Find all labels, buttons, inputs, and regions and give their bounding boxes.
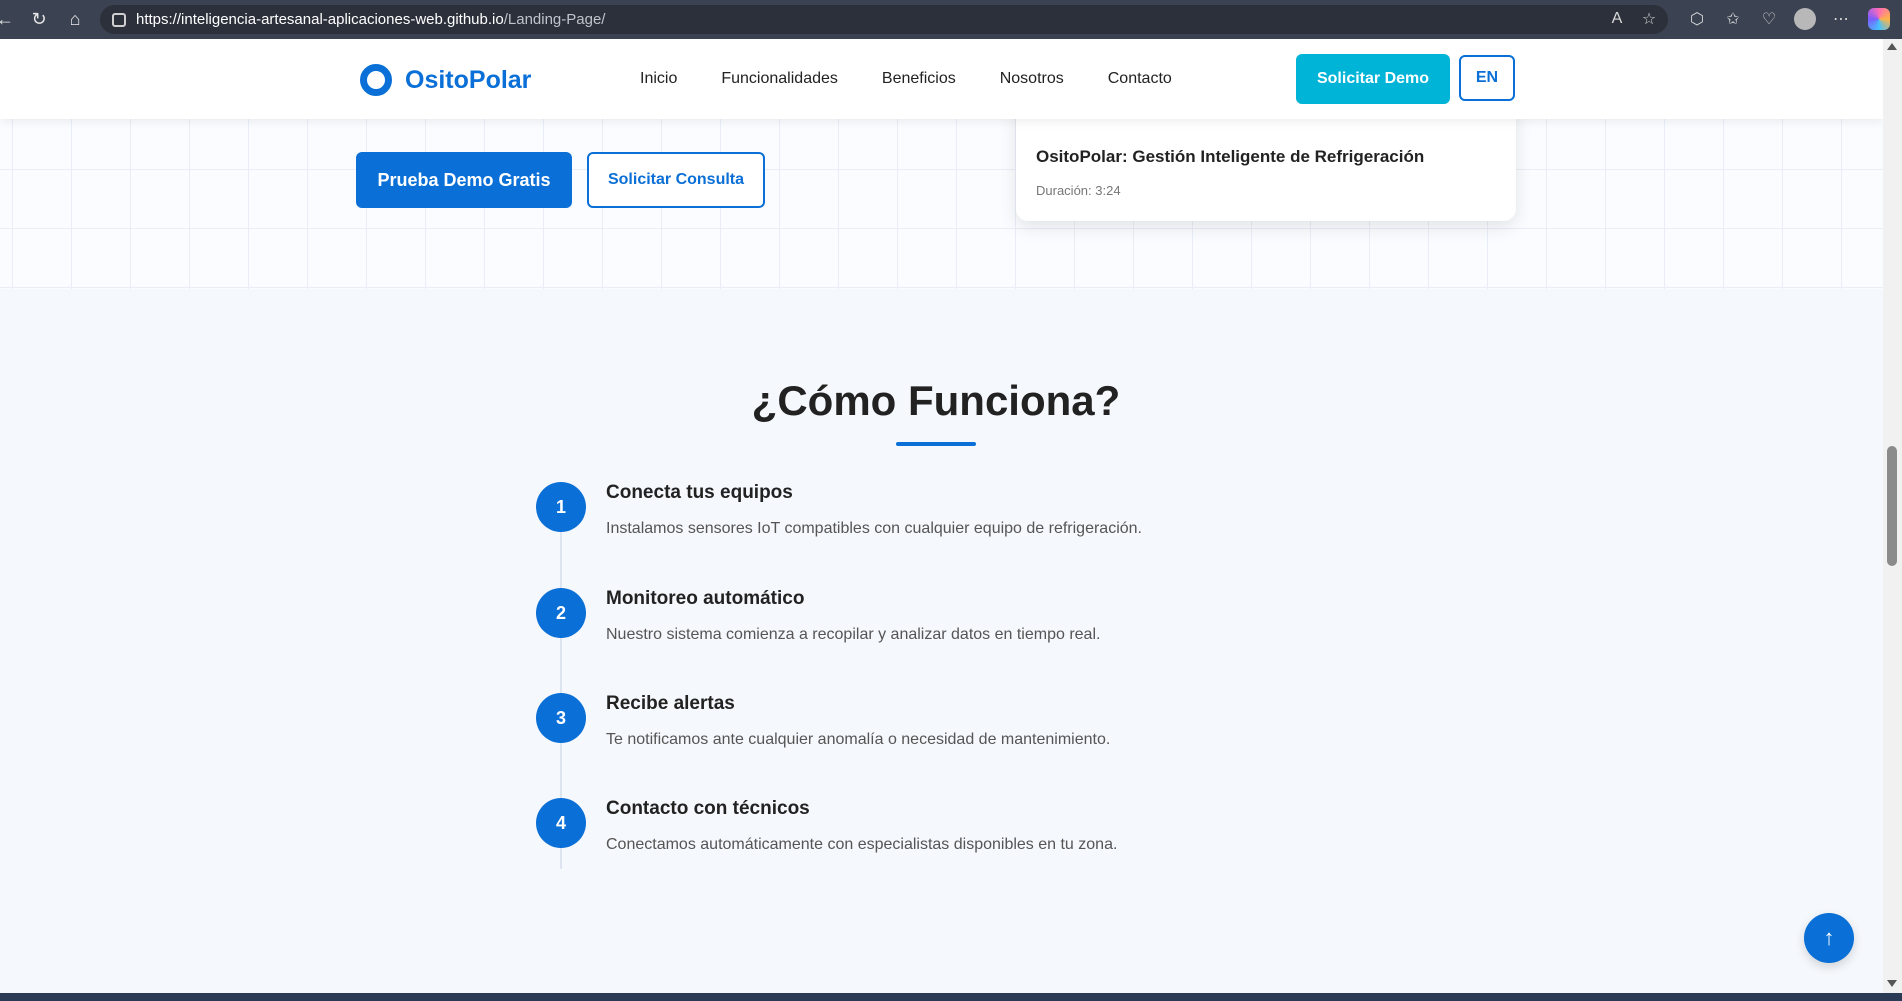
step-title: Conecta tus equipos [606,482,793,503]
step-number: 4 [536,798,586,848]
back-icon[interactable]: ← [0,4,20,34]
nav-item-contacto[interactable]: Contacto [1108,70,1172,88]
nav-item-funcionalidades[interactable]: Funcionalidades [721,70,838,88]
step-number: 1 [536,482,586,532]
logo[interactable]: OsitoPolar [360,64,531,96]
url-path: /Landing-Page/ [503,11,606,28]
step-title: Monitoreo automático [606,588,805,609]
copilot-icon[interactable] [1868,8,1890,30]
page-viewport: Prueba Demo Gratis Solicitar Consulta Os… [0,39,1883,993]
step-number: 2 [536,588,586,638]
refresh-icon[interactable]: ↻ [24,4,54,34]
language-toggle-button[interactable]: EN [1459,55,1515,101]
step-description: Instalamos sensores IoT compatibles con … [606,520,1142,537]
health-icon[interactable]: ♡ [1756,6,1782,32]
nav-item-inicio[interactable]: Inicio [640,70,677,88]
favorites-icon[interactable]: ✩ [1720,6,1746,32]
url-domain: https://inteligencia-artesanal-aplicacio… [136,11,504,28]
more-icon[interactable]: ⋯ [1828,6,1854,32]
extensions-icon[interactable]: ⬡ [1684,6,1710,32]
scroll-up-icon[interactable] [1887,43,1897,50]
nav-item-beneficios[interactable]: Beneficios [882,70,956,88]
step-number: 3 [536,693,586,743]
back-to-top-button[interactable]: ↑ [1804,913,1854,963]
home-icon[interactable]: ⌂ [60,4,90,34]
site-header: OsitoPolar Inicio Funcionalidades Benefi… [0,39,1883,119]
step-description: Te notificamos ante cualquier anomalía o… [606,731,1111,748]
profile-icon[interactable] [1794,8,1816,30]
video-duration: Duración: 3:24 [1036,183,1121,198]
step-description: Conectamos automáticamente con especiali… [606,836,1118,853]
step-description: Nuestro sistema comienza a recopilar y a… [606,626,1101,643]
section-title: ¿Cómo Funciona? [751,377,1121,424]
main-nav: Inicio Funcionalidades Beneficios Nosotr… [640,39,1172,119]
step-title: Recibe alertas [606,693,735,714]
step-title: Contacto con técnicos [606,798,810,819]
read-aloud-icon[interactable]: A [1604,6,1630,32]
request-demo-button[interactable]: Solicitar Demo [1296,54,1450,104]
title-underline [896,442,976,446]
favorite-icon[interactable]: ☆ [1636,6,1662,32]
lock-icon[interactable] [112,12,126,27]
scroll-down-icon[interactable] [1887,980,1897,987]
request-consultation-button[interactable]: Solicitar Consulta [587,152,765,208]
logo-ring-icon [360,64,392,96]
try-demo-button[interactable]: Prueba Demo Gratis [356,152,572,208]
page-scrollbar[interactable] [1883,39,1902,993]
window-bottom-edge [0,993,1902,1001]
nav-item-nosotros[interactable]: Nosotros [1000,70,1064,88]
browser-toolbar: ← ↻ ⌂ https://inteligencia-artesanal-apl… [0,0,1902,39]
arrow-up-icon: ↑ [1823,925,1835,950]
logo-text: OsitoPolar [405,65,532,94]
video-title: OsitoPolar: Gestión Inteligente de Refri… [1036,147,1425,166]
address-bar[interactable]: https://inteligencia-artesanal-aplicacio… [100,5,1668,34]
scroll-thumb[interactable] [1887,446,1897,566]
